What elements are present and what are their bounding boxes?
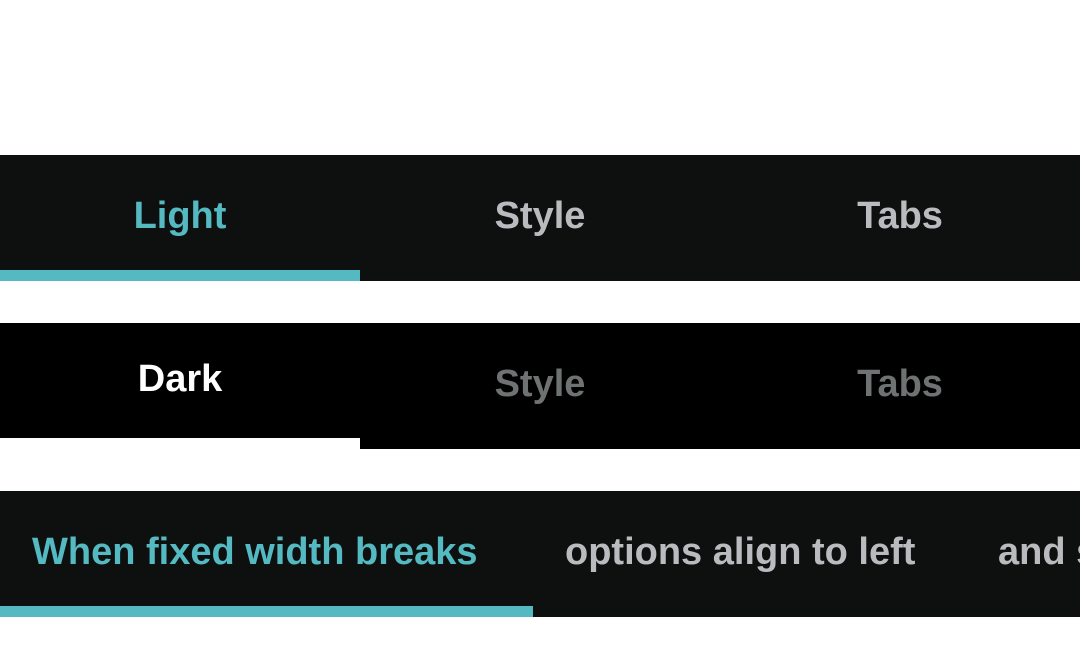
- tab-dark[interactable]: Dark: [0, 323, 360, 438]
- tab-label: and scroll: [998, 531, 1080, 573]
- tab-when-fixed-width-breaks[interactable]: When fixed width breaks: [32, 491, 478, 617]
- tab-tabs[interactable]: Tabs: [720, 155, 1080, 281]
- tab-label: Tabs: [857, 195, 943, 237]
- dark-tab-bar: Dark Style Tabs: [0, 323, 1080, 449]
- tab-tabs[interactable]: Tabs: [720, 323, 1080, 449]
- scrollable-tab-bar[interactable]: When fixed width breaks options align to…: [0, 491, 1080, 617]
- tab-label: Style: [494, 195, 586, 237]
- tab-label: Tabs: [857, 363, 943, 405]
- tab-label: Style: [494, 363, 586, 405]
- tab-style[interactable]: Style: [360, 155, 720, 281]
- tab-light[interactable]: Light: [0, 155, 360, 281]
- active-tab-indicator: [0, 270, 360, 281]
- tab-and-scroll[interactable]: and scroll: [998, 491, 1080, 617]
- tab-label: Light: [133, 195, 227, 237]
- tab-style[interactable]: Style: [360, 323, 720, 449]
- light-tab-bar: Light Style Tabs: [0, 155, 1080, 281]
- tab-options-align-to-left[interactable]: options align to left: [565, 491, 915, 617]
- active-tab-indicator: [0, 606, 533, 617]
- tab-label: options align to left: [565, 531, 916, 573]
- tab-label: When fixed width breaks: [32, 531, 478, 573]
- active-tab-indicator: [0, 438, 360, 449]
- tab-label: Dark: [137, 357, 223, 400]
